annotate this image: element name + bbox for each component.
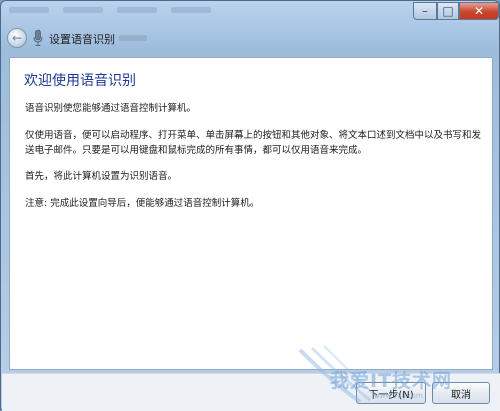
intro-paragraph: 语音识别使您能够通过语音控制计算机。 bbox=[25, 103, 197, 114]
maximize-button[interactable]: □ bbox=[437, 2, 459, 20]
close-icon: ✕ bbox=[473, 4, 485, 18]
minimize-button[interactable]: – bbox=[413, 2, 437, 20]
back-button[interactable]: ← bbox=[7, 28, 27, 48]
minimize-icon: – bbox=[422, 4, 428, 18]
microphone-icon bbox=[33, 29, 43, 46]
wizard-window: – □ ✕ ← 设置语音识别 欢迎使用语音识别 语音识别使您能够通过语音控制计算… bbox=[0, 0, 500, 411]
wizard-content-panel: 欢迎使用语音识别 语音识别使您能够通过语音控制计算机。 仅使用语音，便可以启动程… bbox=[9, 57, 493, 370]
title-bar-strip bbox=[9, 5, 429, 17]
note-paragraph: 注意: 完成此设置向导后，便能够通过语音控制计算机。 bbox=[25, 198, 260, 209]
watermark-text: 我爱IT技术网 bbox=[330, 370, 453, 392]
title-blur bbox=[119, 35, 147, 41]
description-paragraph: 仅使用语音，便可以启动程序、打开菜单、单击屏幕上的按钮和其他对象、将文本口述到文… bbox=[25, 130, 482, 156]
window-title: 设置语音识别 bbox=[49, 33, 115, 46]
page-heading: 欢迎使用语音识别 bbox=[24, 73, 136, 89]
back-arrow-icon: ← bbox=[11, 31, 23, 45]
watermark-url: www.52ij.com bbox=[374, 392, 423, 400]
maximize-icon: □ bbox=[442, 4, 454, 18]
first-step-paragraph: 首先，将此计算机设置为识别语音。 bbox=[25, 171, 178, 182]
close-button[interactable]: ✕ bbox=[459, 2, 499, 20]
